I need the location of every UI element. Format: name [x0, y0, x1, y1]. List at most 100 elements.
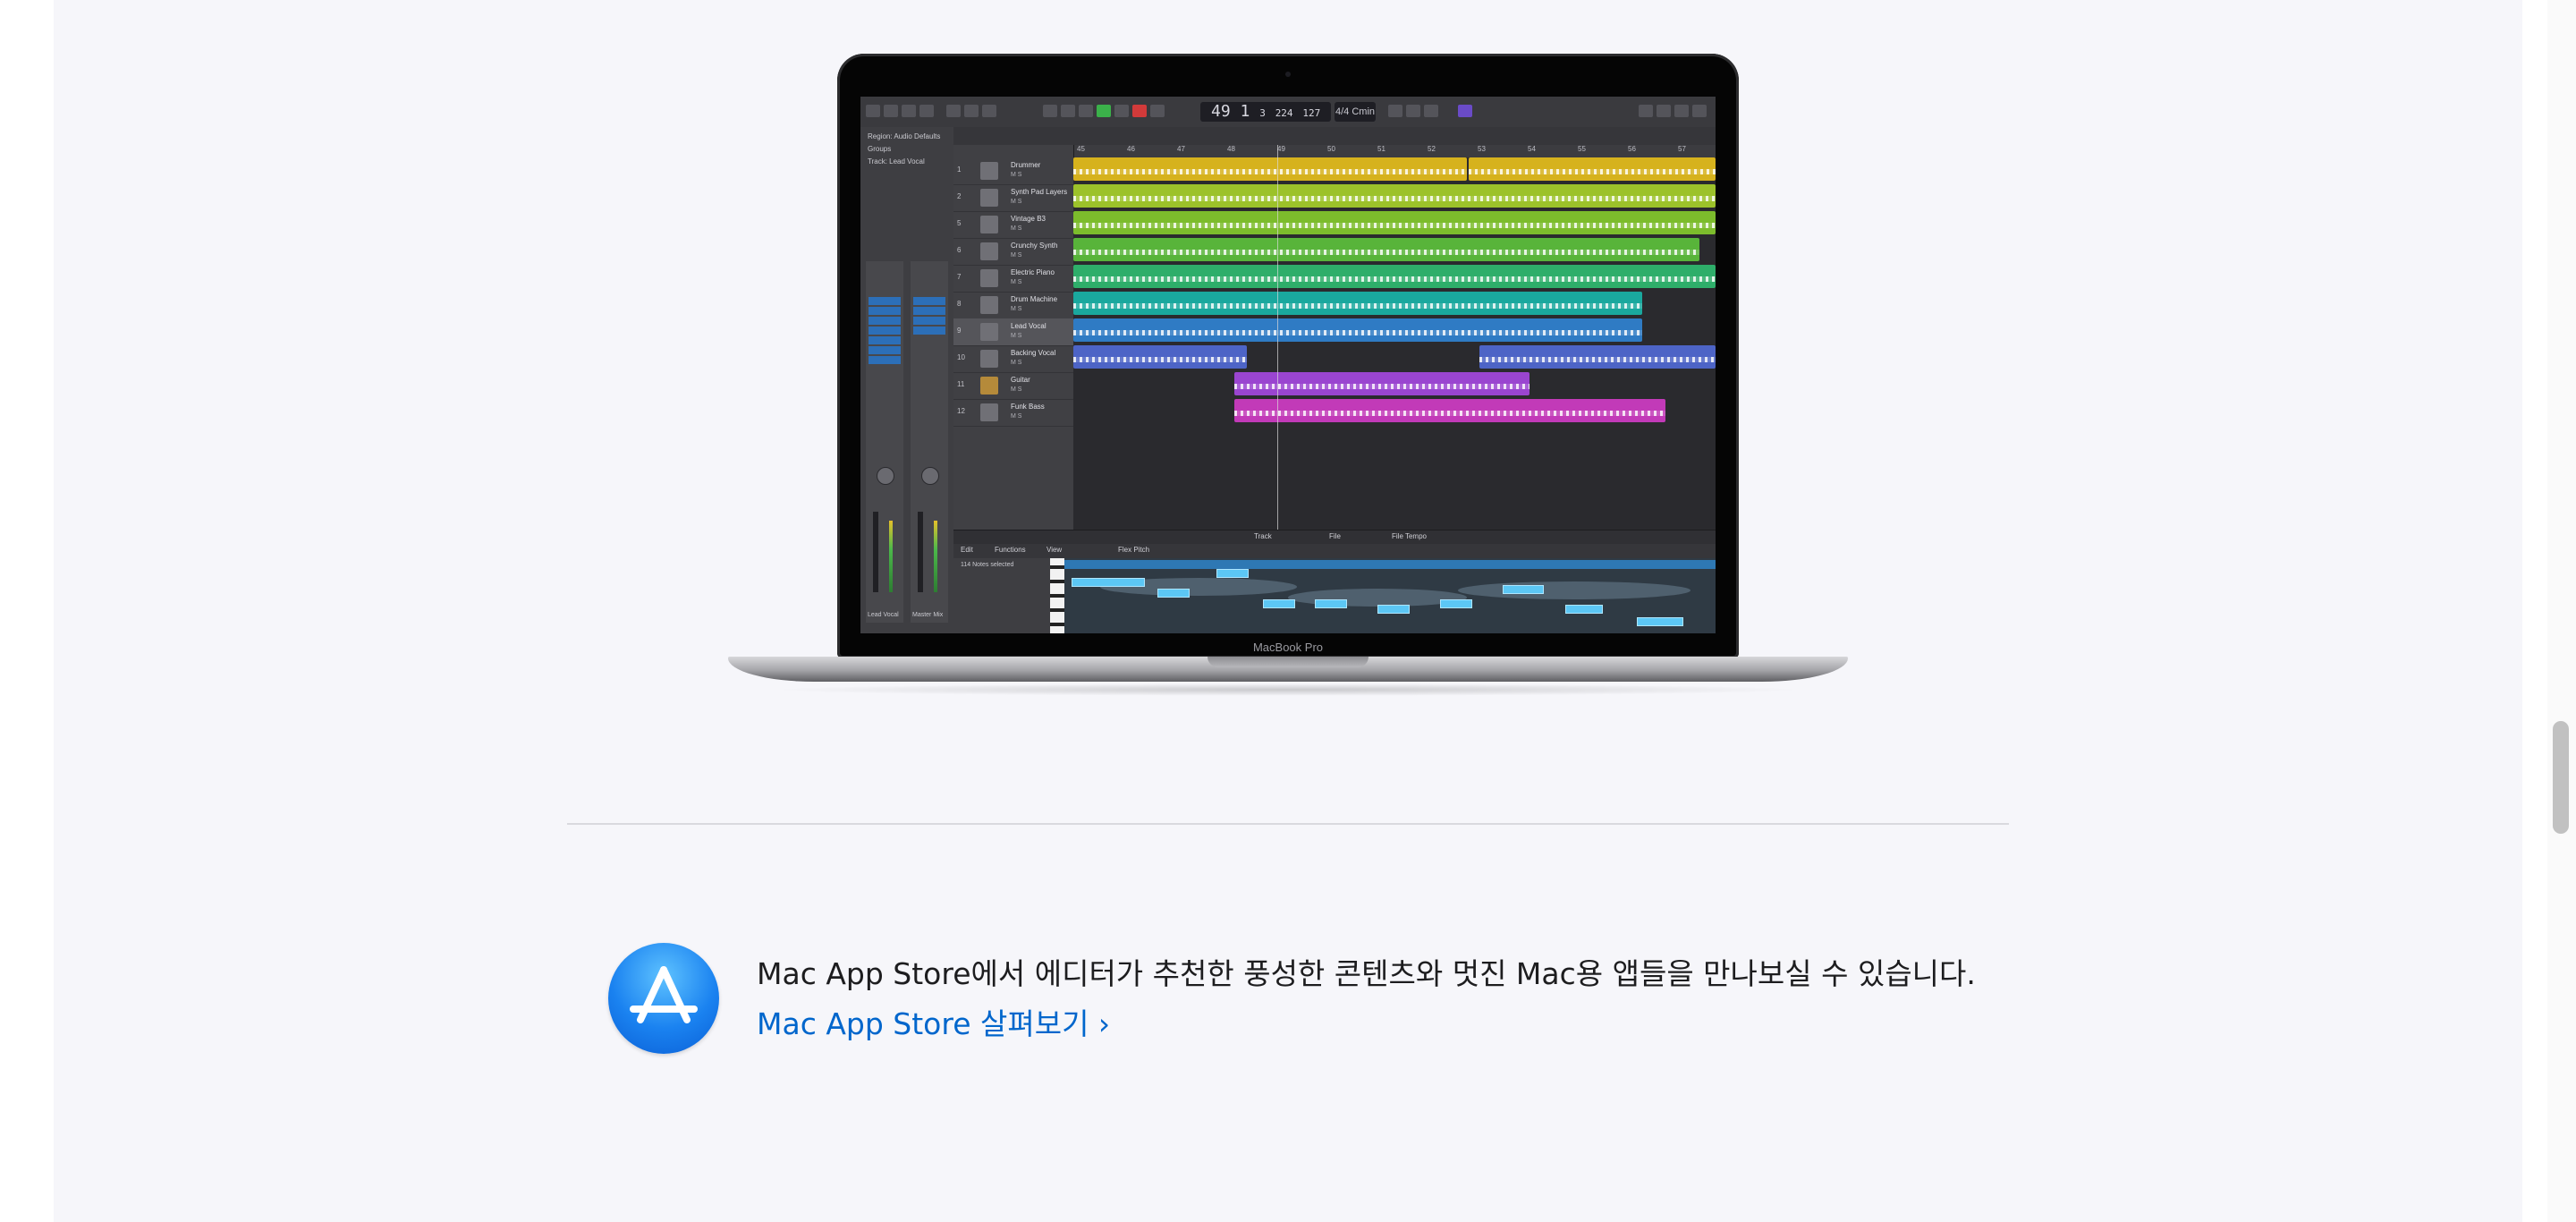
- pan-knob-icon: [921, 467, 939, 485]
- lcd-div: 3: [1259, 107, 1266, 119]
- rewind-icon: [1043, 105, 1057, 117]
- bar-ruler: 45 46 47 48 49 50 51 52 53 54 55 56 57: [1073, 145, 1716, 157]
- track-number: 6: [957, 246, 962, 254]
- tuner-icon: [1388, 105, 1402, 117]
- ruler-tick: 52: [1428, 145, 1436, 153]
- mute-solo-buttons: M S: [1011, 225, 1022, 232]
- library-icon: [866, 105, 880, 117]
- scrollbar-thumb[interactable]: [2553, 721, 2569, 834]
- master-volume-icon: [1458, 105, 1472, 117]
- mute-solo-buttons: M S: [1011, 306, 1022, 312]
- track-name: Synth Pad Layers: [1011, 188, 1068, 196]
- strip-name-master: Master Mix: [912, 612, 944, 618]
- drum-machine-icon: [980, 296, 998, 314]
- menu-view: View: [1046, 546, 1063, 554]
- region-funk-bass: [1234, 399, 1665, 422]
- pitch-note: [1440, 599, 1472, 608]
- editors-icon: [982, 105, 996, 117]
- region-crunchy-synth: [1073, 238, 1699, 261]
- track-number: 12: [957, 407, 965, 415]
- region-synth-pad: [1073, 184, 1716, 208]
- browser-icon: [1692, 105, 1707, 117]
- track-header: 7 Electric Piano M S: [953, 265, 1073, 293]
- region-drum-machine: [1073, 292, 1642, 315]
- notepad-icon: [1657, 105, 1671, 117]
- ruler-tick: 49: [1277, 145, 1285, 153]
- pitch-note: [1377, 605, 1410, 614]
- track-number: 7: [957, 273, 962, 281]
- record-icon: [1132, 105, 1147, 117]
- app-store-glyph: [630, 966, 698, 1023]
- drummer-icon: [980, 162, 998, 180]
- laptop-notch: [1208, 657, 1368, 667]
- track-name: Funk Bass: [1011, 403, 1045, 411]
- lcd-key-value: Cmin: [1352, 106, 1376, 117]
- smart-controls-icon: [946, 105, 961, 117]
- lcd-beat: 1: [1240, 102, 1250, 121]
- inspector-icon: [884, 105, 898, 117]
- menu-functions: Functions: [995, 546, 1026, 554]
- organ-icon: [980, 216, 998, 233]
- arrange-area: [1073, 157, 1716, 530]
- tab-track: Track: [1254, 532, 1272, 540]
- region-guitar: [1234, 372, 1530, 395]
- mute-solo-buttons: M S: [1011, 360, 1022, 366]
- region-lead-vocal: [1073, 318, 1642, 342]
- ruler-tick: 46: [1127, 145, 1135, 153]
- stop-icon: [1079, 105, 1093, 117]
- mute-solo-buttons: M S: [1011, 413, 1022, 420]
- track-header: 2 Synth Pad Layers M S: [953, 184, 1073, 212]
- track-headers: 1 Drummer M S 2 Synth Pad Layers M S 5 V…: [953, 145, 1074, 530]
- ruler-tick: 53: [1478, 145, 1486, 153]
- lcd-display: 49 1 3 224 127: [1200, 102, 1331, 122]
- tab-file: File: [1329, 532, 1341, 540]
- piano-keyboard: [1050, 558, 1064, 633]
- mute-solo-buttons: M S: [1011, 252, 1022, 259]
- inspector-line-groups: Groups: [868, 145, 892, 153]
- lcd-tick: 224: [1275, 107, 1293, 119]
- track-number: 5: [957, 219, 962, 227]
- logic-pro-screen: 49 1 3 224 127 4/4 Cmin Region: Audio De…: [860, 97, 1716, 633]
- track-number: 9: [957, 327, 962, 335]
- inspector-line-track: Track: Lead Vocal: [868, 157, 925, 165]
- lcd-tempo: 127: [1302, 107, 1321, 119]
- app-store-tagline: Mac App Store에서 에디터가 추천한 풍성한 콘텐츠와 멋진 Mac…: [757, 956, 1976, 991]
- track-header: 8 Drum Machine M S: [953, 292, 1073, 319]
- scrollbar-track[interactable]: [2547, 0, 2576, 1222]
- volume-fader: [918, 512, 923, 592]
- waveform: [1458, 581, 1690, 599]
- quick-help-icon: [902, 105, 916, 117]
- count-in-icon: [1406, 105, 1420, 117]
- volume-fader: [873, 512, 878, 592]
- bass-amp-icon: [980, 403, 998, 421]
- list-editors-icon: [1639, 105, 1653, 117]
- editor-menu-bar: Edit Functions View Flex Pitch: [953, 544, 1716, 558]
- track-name: Guitar: [1011, 376, 1030, 384]
- strip-name-lead-vocal: Lead Vocal: [868, 612, 899, 618]
- editor-inspector: 114 Notes selected: [953, 558, 1050, 633]
- region-drummer: [1469, 157, 1716, 181]
- ruler-tick: 48: [1227, 145, 1235, 153]
- track-number: 11: [957, 380, 965, 388]
- track-name: Drummer: [1011, 161, 1041, 169]
- track-header-selected: 9 Lead Vocal M S: [953, 318, 1073, 346]
- track-name: Crunchy Synth: [1011, 242, 1058, 250]
- lcd-key: 4/4 Cmin: [1335, 102, 1376, 122]
- pan-knob-icon: [877, 467, 894, 485]
- ruler-tick: 55: [1578, 145, 1586, 153]
- track-header: 6 Crunchy Synth M S: [953, 238, 1073, 266]
- region-drummer: [1073, 157, 1467, 181]
- menu-edit: Edit: [961, 546, 973, 554]
- tab-file-tempo: File Tempo: [1392, 532, 1427, 540]
- explore-app-store-link[interactable]: Mac App Store 살펴보기 ›: [757, 1000, 1110, 1043]
- track-number: 8: [957, 300, 962, 308]
- ruler-tick: 45: [1077, 145, 1085, 153]
- pitch-note: [1072, 578, 1145, 587]
- app-store-icon: [608, 943, 719, 1054]
- toolbar-icon: [919, 105, 934, 117]
- mute-solo-buttons: M S: [1011, 279, 1022, 285]
- guitar-amp-icon: [980, 377, 998, 395]
- track-name: Electric Piano: [1011, 268, 1055, 276]
- keyboard-icon: [980, 189, 998, 207]
- pitch-note: [1263, 599, 1295, 608]
